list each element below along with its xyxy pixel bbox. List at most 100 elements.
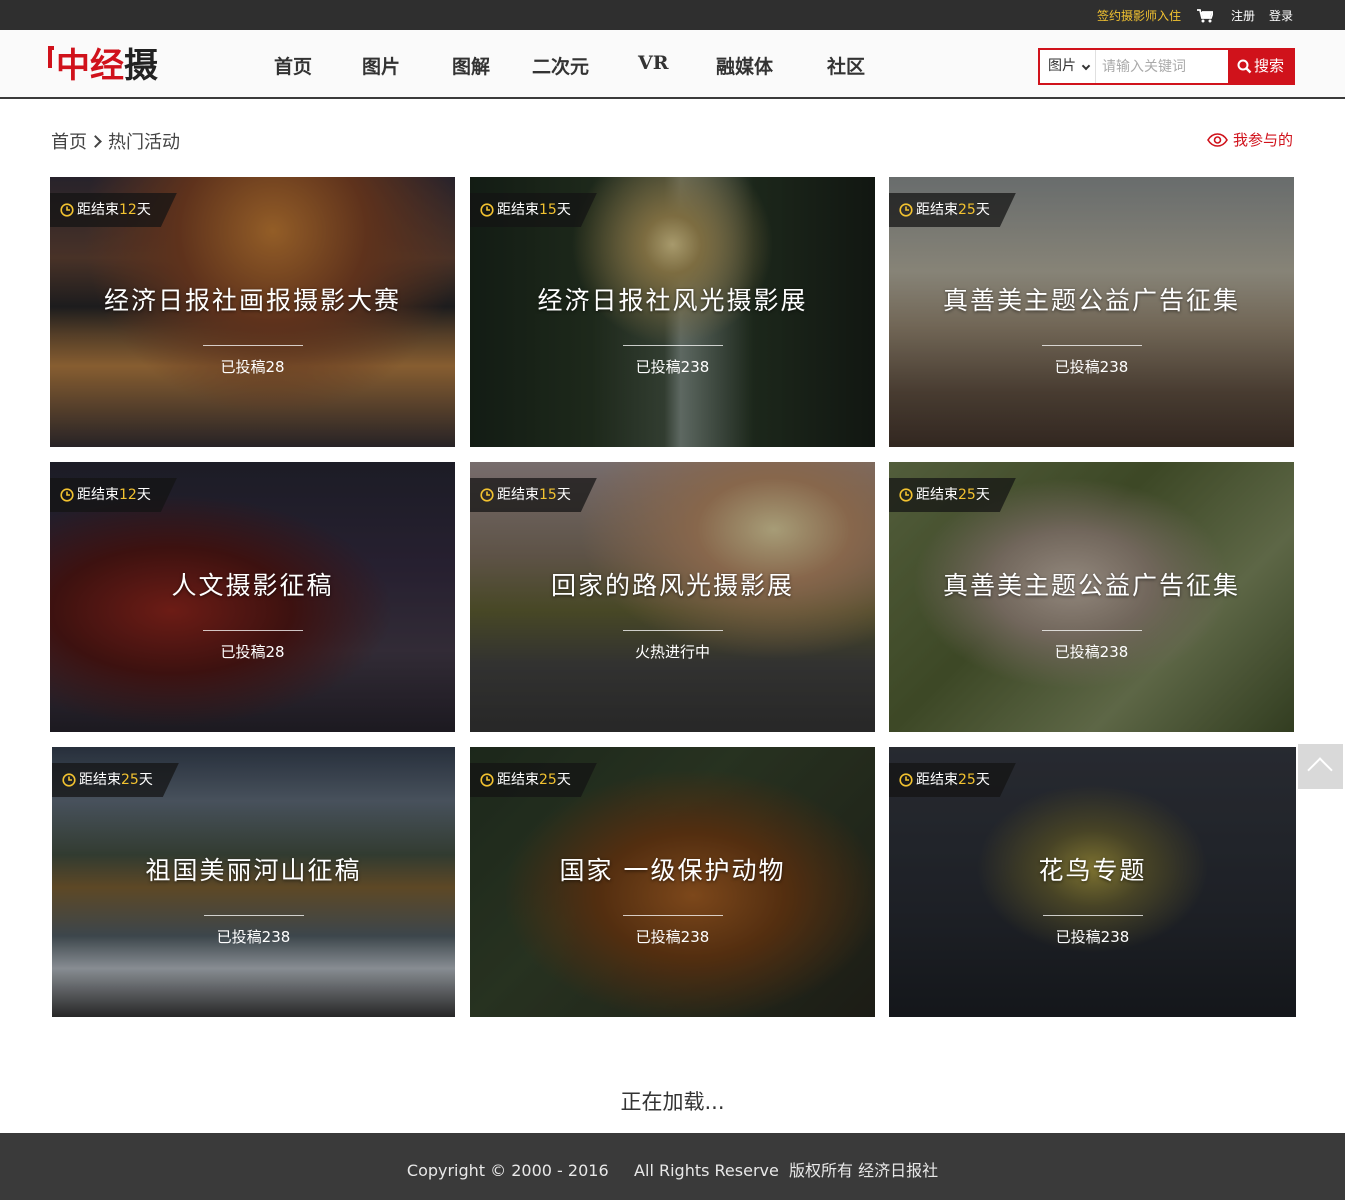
deadline-prefix: 距结束 — [79, 772, 121, 788]
breadcrumb-current: 热门活动 — [108, 132, 180, 153]
deadline-suffix: 天 — [138, 772, 153, 788]
activity-title: 经济日报社画报摄影大赛 — [103, 286, 401, 315]
divider — [203, 915, 304, 916]
site-footer: Copyright © 2000 - 2016 All Rights Reser… — [0, 1133, 1345, 1200]
nav-item-media[interactable]: 融媒体 — [716, 52, 773, 79]
chevron-down-icon — [1081, 61, 1091, 71]
activity-submission-count: 已投稿238 — [1055, 928, 1130, 946]
clock-icon — [899, 488, 913, 502]
deadline-prefix: 距结束 — [497, 202, 539, 218]
nav-item-images[interactable]: 图片 — [362, 52, 400, 79]
deadline-prefix: 距结束 — [497, 487, 539, 503]
register-link[interactable]: 注册 — [1231, 7, 1255, 24]
cart-icon[interactable] — [1197, 8, 1215, 23]
activity-title: 人文摄影征稿 — [171, 571, 334, 600]
activity-submission-count: 已投稿238 — [635, 928, 710, 946]
activity-title: 花鸟专题 — [1038, 856, 1147, 885]
activity-submission-count: 火热进行中 — [634, 643, 710, 661]
logo-bracket-mark — [48, 46, 54, 68]
activity-submission-count: 已投稿238 — [216, 928, 291, 946]
nav-item-home[interactable]: 首页 — [274, 52, 312, 79]
divider — [202, 630, 303, 631]
nav-item-anime[interactable]: 二次元 — [532, 52, 589, 79]
deadline-badge: 距结束 12 天 — [50, 193, 177, 227]
deadline-days: 25 — [121, 772, 139, 788]
activity-submission-count: 已投稿238 — [1054, 358, 1129, 376]
deadline-suffix: 天 — [975, 772, 990, 788]
deadline-badge: 距结束 25 天 — [889, 478, 1016, 512]
site-header: 中 经 摄 首页 图片 图解 二次元 VR 融媒体 社区 图片 搜索 — [0, 30, 1345, 99]
photographer-signup-link[interactable]: 签约摄影师入住 — [1097, 7, 1181, 24]
clock-icon — [899, 773, 913, 787]
deadline-prefix: 距结束 — [77, 202, 119, 218]
deadline-badge: 距结束 12 天 — [50, 478, 177, 512]
logo-char-3: 摄 — [124, 45, 158, 86]
search-button[interactable]: 搜索 — [1228, 48, 1295, 85]
logo-char-2: 经 — [90, 45, 124, 86]
breadcrumb: 首页 热门活动 — [51, 128, 180, 154]
search-input[interactable] — [1102, 56, 1226, 78]
chevron-up-icon — [1307, 757, 1333, 783]
chevron-right-icon — [89, 134, 102, 148]
search-category-select[interactable]: 图片 — [1040, 50, 1096, 83]
search-button-label: 搜索 — [1254, 57, 1285, 75]
clock-icon — [60, 203, 74, 217]
login-link[interactable]: 登录 — [1269, 7, 1293, 24]
activity-card[interactable]: 距结束 25 天真善美主题公益广告征集 已投稿238 — [889, 462, 1294, 732]
divider — [1041, 630, 1142, 631]
activity-submission-count: 已投稿238 — [1054, 643, 1129, 661]
deadline-badge: 距结束 25 天 — [470, 763, 597, 797]
activity-title: 祖国美丽河山征稿 — [145, 856, 362, 885]
clock-icon — [480, 203, 494, 217]
search-icon — [1237, 59, 1252, 74]
my-participation-label: 我参与的 — [1233, 131, 1294, 149]
clock-icon — [62, 773, 76, 787]
divider — [1041, 345, 1142, 346]
breadcrumb-home[interactable]: 首页 — [51, 128, 87, 154]
my-participation-link[interactable]: 我参与的 — [1207, 129, 1293, 150]
divider — [202, 345, 303, 346]
activity-card[interactable]: 距结束 25 天国家 一级保护动物已投稿238 — [470, 747, 875, 1017]
activity-submission-count: 已投稿28 — [220, 643, 285, 661]
clock-icon — [60, 488, 74, 502]
deadline-days: 25 — [539, 772, 557, 788]
deadline-prefix: 距结束 — [916, 487, 958, 503]
deadline-prefix: 距结束 — [916, 202, 958, 218]
deadline-suffix: 天 — [136, 487, 151, 503]
activity-title: 回家的路风光摄影展 — [550, 571, 794, 600]
deadline-suffix: 天 — [975, 487, 990, 503]
back-to-top-button[interactable] — [1298, 744, 1343, 789]
deadline-days: 25 — [958, 772, 976, 788]
divider — [622, 915, 723, 916]
nav-item-infographics[interactable]: 图解 — [452, 52, 490, 79]
deadline-suffix: 天 — [975, 202, 990, 218]
deadline-days: 15 — [539, 202, 557, 218]
deadline-suffix: 天 — [556, 487, 571, 503]
activity-card[interactable]: 距结束 15 天经济日报社风光摄影展 已投稿238 — [470, 177, 875, 447]
site-logo[interactable]: 中 经 摄 — [48, 42, 158, 86]
activity-card[interactable]: 距结束 25 天真善美主题公益广告征集 已投稿238 — [889, 177, 1294, 447]
copyright-text: Copyright © 2000 - 2016 All Rights Reser… — [406, 1161, 939, 1180]
clock-icon — [480, 773, 494, 787]
logo-char-1: 中 — [56, 45, 90, 86]
activity-title: 国家 一级保护动物 — [559, 856, 786, 885]
deadline-days: 12 — [119, 487, 137, 503]
eye-icon — [1207, 132, 1228, 147]
activity-submission-count: 已投稿28 — [220, 358, 285, 376]
activity-card[interactable]: 距结束 12 天经济日报社画报摄影大赛已投稿28 — [50, 177, 455, 447]
clock-icon — [899, 203, 913, 217]
deadline-days: 25 — [958, 487, 976, 503]
activity-card[interactable]: 距结束 25 天祖国美丽河山征稿已投稿238 — [52, 747, 455, 1017]
deadline-days: 15 — [539, 487, 557, 503]
activity-card[interactable]: 距结束 25 天花鸟专题已投稿238 — [889, 747, 1296, 1017]
nav-item-community[interactable]: 社区 — [827, 52, 865, 79]
nav-item-vr[interactable]: VR — [638, 52, 669, 74]
activity-card[interactable]: 距结束 12 天人文摄影征稿已投稿28 — [50, 462, 455, 732]
deadline-suffix: 天 — [136, 202, 151, 218]
divider — [622, 345, 723, 346]
deadline-badge: 距结束 15 天 — [470, 193, 597, 227]
deadline-badge: 距结束 25 天 — [889, 763, 1016, 797]
clock-icon — [480, 488, 494, 502]
activity-card[interactable]: 距结束 15 天回家的路风光摄影展火热进行中 — [470, 462, 875, 732]
deadline-days: 12 — [119, 202, 137, 218]
